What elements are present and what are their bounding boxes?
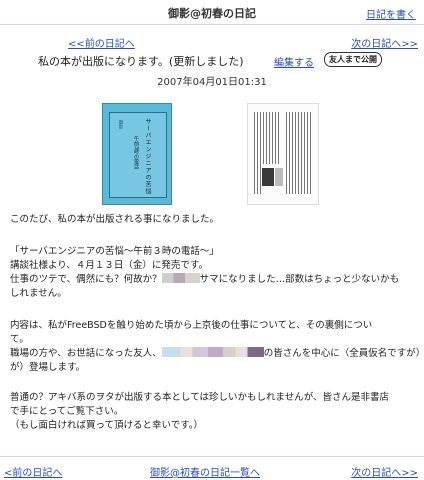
divider — [0, 456, 424, 457]
entry-title: 私の本が出版になります。(更新しました) — [38, 55, 244, 68]
divider — [0, 24, 424, 25]
diary-list-link[interactable]: 御影@初春の日記一覧へ — [150, 464, 260, 479]
cover-subtitle: 午前3時の電話 — [133, 136, 139, 170]
redacted-names — [161, 347, 264, 357]
entry-date: 2007年04月01日01:31 — [157, 77, 267, 88]
paragraph-line: 内容は、私がFreeBSDを触り始めた頃から上京後の仕事についてと、その裏側につ… — [10, 320, 373, 331]
edit-entry-link[interactable]: 編集する — [274, 54, 314, 69]
diary-title: 御影@初春の日記 — [168, 7, 256, 20]
footer-prev-link[interactable]: <前の日記へ — [4, 464, 62, 479]
paragraph-line: 普通の？アキバ系のヲタが出版する本としては珍しいかもしれませんが、皆さん是非書店 — [10, 392, 390, 403]
next-entry-link[interactable]: 次の日記へ>> — [351, 35, 418, 50]
redacted-name — [161, 273, 200, 283]
paragraph-line: で手にとってご覧下さい。 — [10, 406, 124, 417]
paragraph-line: 仕事のツテで、偶然にも？何故か？ サマになりました…部数はちょっと少ないかも — [10, 273, 400, 285]
cover-author: 御影 — [118, 120, 123, 129]
footer-next-link[interactable]: 次の日記へ>> — [351, 464, 418, 479]
paragraph: このたび、私の本が出版される事になりました。 — [10, 214, 220, 225]
paragraph-line: 講談社様より、４月１３日（金）に発売です。 — [10, 260, 208, 271]
paragraph-line: て。 — [10, 334, 29, 345]
prev-entry-link[interactable]: <<前の日記へ — [68, 35, 135, 50]
paragraph-line: しれません。 — [10, 288, 67, 299]
paragraph-line: 職場の方や、お世話になった友人、 の皆さんを中心に（全員仮名ですが） — [10, 347, 424, 359]
paragraph-line: （もし面白ければ買って頂けると幸いです。） — [10, 420, 204, 431]
book-cover-image[interactable]: サーバエンジニアの苦悩 午前3時の電話 御影 — [102, 103, 172, 205]
paragraph-line: 「サーバエンジニアの苦悩〜午前３時の電話〜」 — [10, 246, 219, 257]
write-diary-link[interactable]: 日記を書く — [366, 6, 416, 21]
paragraph-line: が）登場します。 — [10, 362, 86, 373]
visibility-badge: 友人まで公開 — [324, 52, 382, 67]
cover-title: サーバエンジニアの苦悩 — [144, 118, 151, 195]
page-photo — [262, 168, 274, 186]
book-page-image[interactable] — [247, 103, 319, 205]
